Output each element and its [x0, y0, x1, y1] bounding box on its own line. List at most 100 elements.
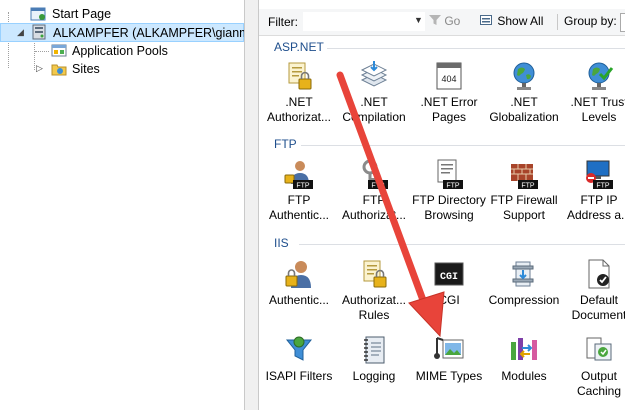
show-all-label: Show All [497, 14, 544, 28]
feature-mime-types[interactable]: MIME Types [412, 334, 486, 410]
tree-item-label: ALKAMPFER (ALKAMPFER\gianmar [53, 26, 245, 40]
tree-item-sites[interactable]: ▷ Sites [0, 60, 244, 78]
feature-cgi[interactable]: CGI CGI [412, 258, 486, 338]
pane-splitter[interactable] [245, 0, 259, 410]
filter-dropdown-icon[interactable]: ▼ [414, 15, 423, 25]
ftp-authentication-icon: FTP [284, 161, 313, 190]
go-label: Go [444, 14, 461, 28]
ftp-directory-browsing-icon: FTP [437, 159, 463, 190]
feature-label: Authorizat... Rules [341, 293, 407, 322]
ftp-badge-text: FTP [446, 183, 460, 190]
go-button[interactable]: Go [429, 14, 460, 28]
feature-label: Output Caching [576, 369, 622, 398]
cgi-icon-text: CGI [440, 272, 458, 283]
feature-net-globalization[interactable]: .NET Globalization [487, 60, 561, 140]
feature-label: Logging [352, 369, 396, 383]
filter-label: Filter: [268, 15, 298, 29]
start-page-icon [30, 7, 46, 21]
default-document-icon [588, 259, 610, 289]
feature-default-document[interactable]: Default Document [562, 258, 625, 338]
authorization-rules-icon [363, 260, 387, 288]
feature-label: FTP IP Address a... [566, 193, 625, 222]
feature-logging[interactable]: Logging [337, 334, 411, 410]
feature-net-error-pages[interactable]: 404 .NET Error Pages [412, 60, 486, 140]
feature-label: Compression [488, 293, 560, 307]
ftp-badge-text: FTP [296, 183, 310, 190]
ftp-ip-address-icon: FTP [586, 160, 613, 190]
expand-icon[interactable]: ▷ [36, 64, 45, 73]
section-title: IIS [274, 236, 289, 250]
feature-ftp-firewall-support[interactable]: FTP FTP Firewall Support [487, 158, 561, 238]
compilation-icon [360, 61, 388, 87]
compression-icon [512, 261, 534, 287]
cgi-icon: CGI [434, 262, 464, 286]
ftp-badge-text: FTP [371, 183, 385, 190]
show-all-button[interactable]: Show All [480, 14, 543, 28]
section-ftp: FTP [259, 136, 625, 154]
feature-label: Modules [501, 369, 547, 383]
feature-modules[interactable]: Modules [487, 334, 561, 410]
tree-item-server[interactable]: ◢ ALKAMPFER (ALKAMPFER\gianmar [0, 23, 244, 42]
trust-levels-icon [588, 62, 614, 90]
feature-label: .NET Authorizat... [266, 95, 332, 124]
feature-label: FTP Directory Browsing [412, 193, 486, 222]
feature-label: .NET Trust Levels [570, 95, 625, 124]
feature-label: .NET Compilation [342, 95, 406, 124]
ftp-badge-text: FTP [521, 183, 535, 190]
feature-label: FTP Authorizat... [341, 193, 407, 222]
ftp-authorization-icon: FTP [362, 159, 388, 190]
sites-folder-icon [51, 64, 67, 76]
feature-label: MIME Types [415, 369, 483, 383]
section-title: ASP.NET [274, 40, 324, 54]
group-by-select[interactable] [620, 13, 625, 32]
feature-label: Authentic... [268, 293, 330, 307]
error-pages-icon: 404 [436, 62, 462, 90]
ftp-firewall-icon: FTP [511, 164, 538, 190]
features-view: Filter: ▼ Go Show All Group by: ASP.NET [259, 0, 625, 410]
tree-item-label: Application Pools [72, 44, 168, 58]
section-divider [301, 145, 625, 146]
feature-label: FTP Authentic... [268, 193, 330, 222]
filter-toolbar: Filter: ▼ Go Show All Group by: [259, 9, 625, 36]
collapse-icon[interactable]: ◢ [17, 28, 26, 37]
section-divider [299, 244, 625, 245]
feature-label: ISAPI Filters [265, 369, 333, 383]
feature-net-compilation[interactable]: .NET Compilation [337, 60, 411, 140]
tree-guide-line [35, 51, 49, 52]
feature-authorization-rules[interactable]: Authorizat... Rules [337, 258, 411, 338]
group-by-label: Group by: [557, 14, 617, 30]
show-all-icon [480, 15, 492, 25]
ftp-badge-text: FTP [596, 183, 610, 190]
filter-input[interactable] [303, 12, 425, 31]
application-pools-icon [51, 44, 67, 57]
feature-net-authorization[interactable]: .NET Authorizat... [262, 60, 336, 140]
feature-label: .NET Error Pages [420, 95, 478, 124]
isapi-filters-icon [285, 336, 313, 361]
section-title: FTP [274, 137, 297, 151]
modules-icon [511, 338, 537, 360]
authorization-icon [288, 62, 312, 90]
tree-item-label: Start Page [52, 7, 112, 21]
feature-net-trust-levels[interactable]: .NET Trust Levels [562, 60, 625, 140]
tree-item-start-page[interactable]: Start Page [0, 5, 244, 23]
feature-compression[interactable]: Compression [487, 258, 561, 338]
feature-output-caching[interactable]: Output Caching [562, 334, 625, 410]
server-icon [32, 24, 46, 40]
output-caching-icon [586, 337, 612, 361]
feature-isapi-filters[interactable]: ISAPI Filters [262, 334, 336, 410]
section-divider [327, 48, 625, 49]
globalization-icon [513, 62, 535, 90]
feature-ftp-directory-browsing[interactable]: FTP FTP Directory Browsing [412, 158, 486, 238]
feature-label: CGI [438, 293, 460, 307]
feature-authentication[interactable]: Authentic... [262, 258, 336, 338]
authentication-icon [285, 261, 311, 288]
feature-ftp-ip-address[interactable]: FTP FTP IP Address a... [562, 158, 625, 238]
connections-tree[interactable]: Start Page ◢ ALKAMPFER (ALKAMPFER\gianma… [0, 0, 245, 410]
feature-label: .NET Globalization [489, 95, 559, 124]
feature-ftp-authorization[interactable]: FTP FTP Authorizat... [337, 158, 411, 238]
tree-item-application-pools[interactable]: Application Pools [0, 42, 244, 60]
section-aspnet: ASP.NET [259, 39, 625, 57]
logging-icon [364, 336, 385, 364]
feature-ftp-authentication[interactable]: FTP FTP Authentic... [262, 158, 336, 238]
error-code-text: 404 [441, 74, 456, 84]
